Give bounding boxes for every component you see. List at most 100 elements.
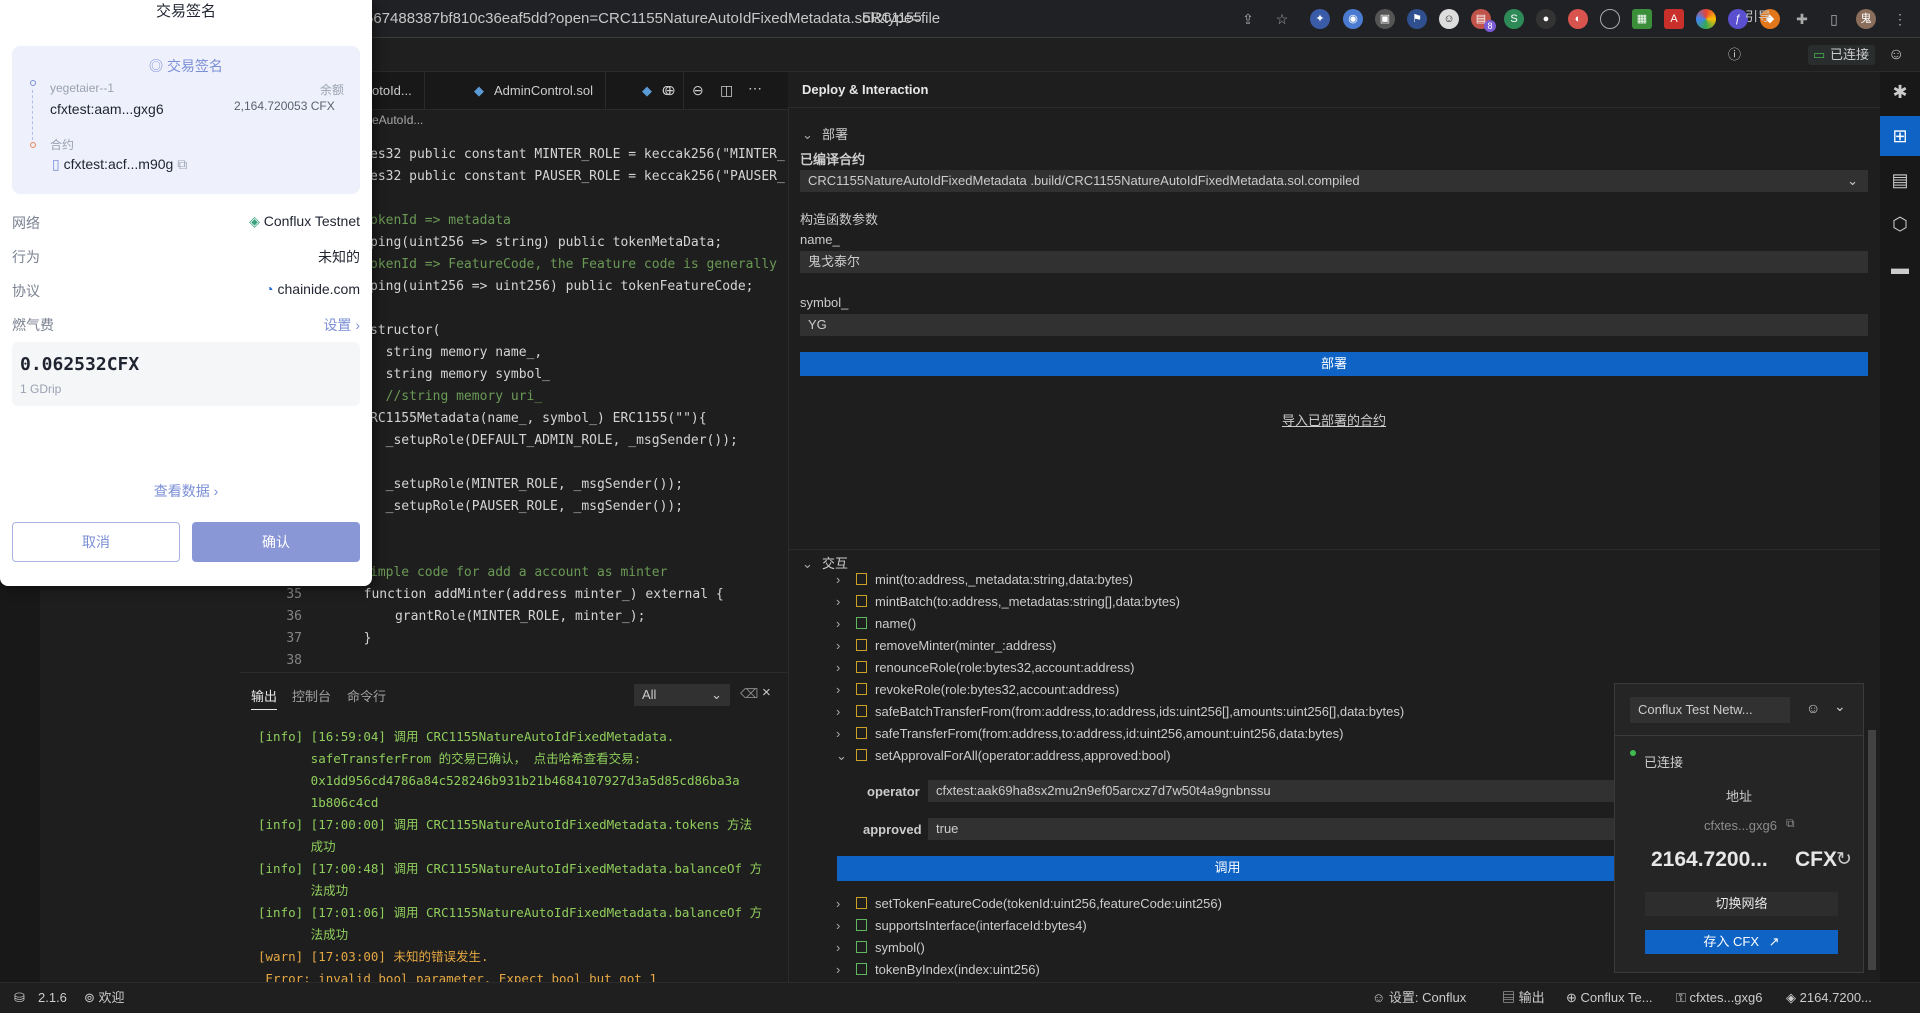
welcome-item[interactable]: ⊚ 欢迎 <box>84 982 125 1013</box>
extension-icon[interactable]: ✦ <box>1310 9 1330 29</box>
extension-icon[interactable]: ◐ <box>1568 9 1588 29</box>
refresh-icon[interactable]: ↻ <box>1836 848 1852 871</box>
compiled-contract-select[interactable]: CRC1155NatureAutoIdFixedMetadata .build/… <box>800 170 1868 192</box>
help-icon[interactable]: ⓘ <box>1728 38 1741 72</box>
puzzle-icon[interactable]: ✚ <box>1792 9 1812 29</box>
chevron-right-icon: › <box>836 940 841 955</box>
copy-icon[interactable]: ⧉ <box>1786 816 1795 831</box>
close-panel-icon[interactable]: × <box>762 684 771 701</box>
tab-output[interactable]: 输出 <box>251 686 278 710</box>
solidity-icon: ◆ <box>642 83 652 98</box>
version-label[interactable]: 2.1.6 <box>38 982 67 1013</box>
account-icon[interactable]: ☺ <box>1888 38 1904 72</box>
account-icon[interactable]: ☺ <box>1806 700 1820 716</box>
connected-badge[interactable]: ▭ 已连接 <box>1808 45 1876 65</box>
approved-input[interactable]: true <box>928 818 1618 840</box>
account-item[interactable]: ⚿ cfxtes...gxg6 <box>1676 982 1763 1013</box>
function-row[interactable]: › supportsInterface(interfaceId:bytes4) <box>836 915 1087 937</box>
extension-icon[interactable]: ▣ <box>1375 9 1395 29</box>
guide-link[interactable]: 引导 <box>1745 0 1771 34</box>
tab-other[interactable]: ◆ C <box>632 72 685 110</box>
toolbox-icon[interactable]: ▬ <box>1880 248 1920 288</box>
shield-check-icon[interactable]: ⬡ <box>1880 204 1920 244</box>
chevron-down-icon[interactable]: ⌄ <box>1834 698 1846 715</box>
extension-icon[interactable]: S <box>1504 9 1524 29</box>
function-row[interactable]: › setTokenFeatureCode(tokenId:uint256,fea… <box>836 893 1222 915</box>
confirm-button[interactable]: 确认 <box>192 522 360 562</box>
function-signature: setApprovalForAll(operator:address,appro… <box>875 748 1171 763</box>
output-line: 法成功 <box>258 883 349 898</box>
debug-icon[interactable]: ✱ <box>1880 72 1920 112</box>
write-function-icon <box>856 727 867 739</box>
function-row[interactable]: › safeBatchTransferFrom(from:address,to:a… <box>836 701 1404 723</box>
function-signature: renounceRole(role:bytes32,account:addres… <box>875 660 1135 675</box>
network-item[interactable]: ⊕ Conflux Te... <box>1566 982 1653 1013</box>
view-data-link[interactable]: 查看数据 › <box>0 481 372 501</box>
balance-item[interactable]: ◈ 2164.7200... <box>1786 982 1872 1013</box>
sidebar-toggle-icon[interactable]: ▯ <box>1824 9 1844 29</box>
name-param-input[interactable]: 鬼戈泰尔 <box>800 251 1868 273</box>
deposit-button[interactable]: 存入 CFX ↗ <box>1645 930 1838 954</box>
tab-admincontrol[interactable]: ◆ AdminControl.sol <box>464 72 606 110</box>
network-select[interactable]: Conflux Test Netw... <box>1630 697 1790 723</box>
function-row[interactable]: › mint(to:address,_metadata:string,data:b… <box>836 569 1133 591</box>
import-contract-link[interactable]: 导入已部署的合约 <box>1282 410 1386 429</box>
account-icon: ☺ <box>1372 990 1389 1005</box>
extension-icon[interactable]: ▦ <box>1632 9 1652 29</box>
clear-output-icon[interactable]: ⌫ <box>740 686 758 702</box>
output-filter-select[interactable]: All ⌄ <box>634 684 730 706</box>
extension-icon[interactable]: ◉ <box>1343 9 1363 29</box>
extension-icon[interactable]: A <box>1664 9 1684 29</box>
extension-icon[interactable]: ● <box>1536 9 1556 29</box>
symbol-param-input[interactable]: YG <box>800 314 1868 336</box>
tab-terminal[interactable]: 命令行 <box>347 686 386 705</box>
function-row[interactable]: › removeMinter(minter_:address) <box>836 635 1056 657</box>
share-icon[interactable]: ⇪ <box>1238 9 1258 29</box>
deploy-section-toggle[interactable]: ⌄ 部署 <box>802 124 848 143</box>
call-button[interactable]: 调用 <box>837 856 1618 881</box>
operator-input[interactable]: cfxtest:aak69ha8sx2mu2n9ef05arcxz7d7w50t… <box>928 780 1618 802</box>
network-name: Conflux Testnet <box>263 213 360 229</box>
more-actions-icon[interactable]: ⋯ <box>748 80 762 97</box>
settings-item[interactable]: ☺ 设置: Conflux <box>1372 982 1466 1013</box>
function-row[interactable]: ⌄ setApprovalForAll(operator:address,appr… <box>836 745 1171 767</box>
breadcrumb[interactable]: reAutoId... <box>368 113 423 127</box>
gas-settings-link[interactable]: 设置 › <box>260 315 360 335</box>
zoom-in-icon[interactable]: ⊕ <box>664 82 676 99</box>
action-label: 行为 <box>12 249 40 265</box>
output-item[interactable]: ▤ 输出 <box>1502 982 1545 1013</box>
account-name: yegetaier--1 <box>50 81 115 95</box>
output-line: [info] [16:59:04] 调用 CRC1155NatureAutoId… <box>258 729 675 744</box>
filter-value: All <box>642 687 657 702</box>
extension-icon[interactable] <box>1600 9 1620 29</box>
address-bar[interactable]: 567488387bf810c36eaf5dd?open=CRC1155Natu… <box>365 0 940 38</box>
function-row[interactable]: › mintBatch(to:address,_metadatas:string[… <box>836 591 1180 613</box>
code-line: string memory name_, <box>370 345 543 360</box>
clipboard-icon[interactable]: ▤ <box>1880 160 1920 200</box>
chevron-right-icon: › <box>836 616 841 631</box>
scrollbar[interactable] <box>1868 730 1876 970</box>
deploy-icon[interactable]: ⊞ <box>1880 116 1920 156</box>
extension-icon[interactable]: ⚑ <box>1407 9 1427 29</box>
split-editor-icon[interactable]: ◫ <box>720 82 733 99</box>
deploy-button[interactable]: 部署 <box>800 352 1868 376</box>
zoom-out-icon[interactable]: ⊖ <box>692 82 704 99</box>
cancel-button[interactable]: 取消 <box>12 522 180 562</box>
function-row[interactable]: › safeTransferFrom(from:address,to:addres… <box>836 723 1343 745</box>
extension-icon[interactable]: ☺ <box>1439 9 1459 29</box>
function-row[interactable]: › name() <box>836 613 916 635</box>
fee-value: 0.062532CFX <box>20 354 139 375</box>
copy-icon[interactable]: ⧉ <box>177 156 187 172</box>
profile-avatar[interactable]: 鬼 <box>1856 9 1876 29</box>
function-signature: safeTransferFrom(from:address,to:address… <box>875 726 1344 741</box>
function-row[interactable]: › tokenByIndex(index:uint256) <box>836 959 1040 981</box>
switch-network-button[interactable]: 切换网络 <box>1645 892 1838 916</box>
function-signature: supportsInterface(interfaceId:bytes4) <box>875 918 1087 933</box>
extension-icon[interactable] <box>1696 9 1716 29</box>
menu-kebab-icon[interactable]: ⋮ <box>1890 9 1910 29</box>
function-row[interactable]: › renounceRole(role:bytes32,account:addre… <box>836 657 1134 679</box>
bookmark-star-icon[interactable]: ☆ <box>1272 9 1292 29</box>
function-row[interactable]: › revokeRole(role:bytes32,account:address… <box>836 679 1119 701</box>
tab-console[interactable]: 控制台 <box>292 686 331 705</box>
function-row[interactable]: › symbol() <box>836 937 925 959</box>
